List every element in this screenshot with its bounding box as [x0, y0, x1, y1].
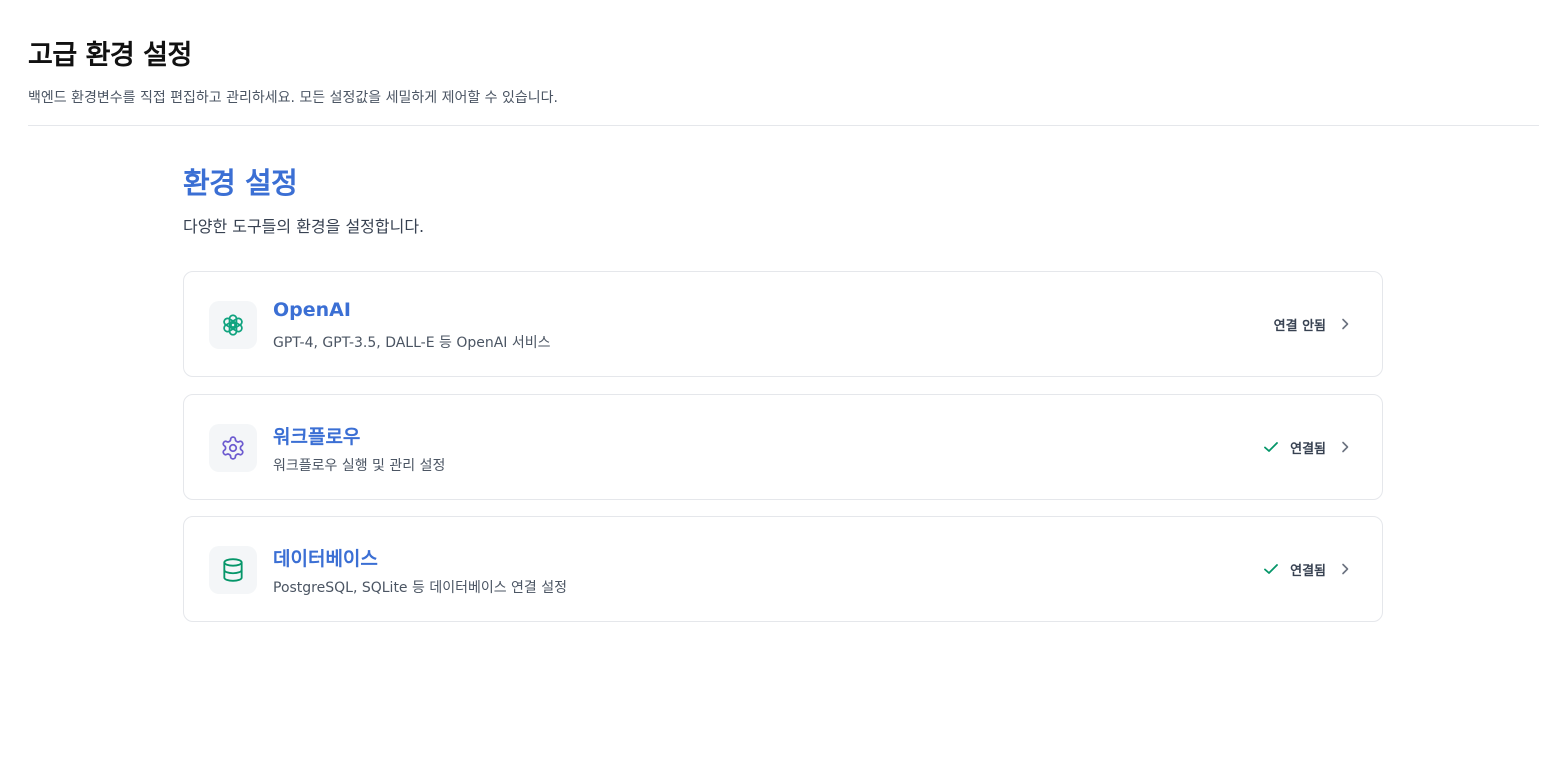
- section-title: 환경 설정: [183, 166, 298, 200]
- settings-card-workflow[interactable]: 워크플로우 워크플로우 실행 및 관리 설정 연결됨: [183, 394, 1383, 500]
- page-description: 백엔드 환경변수를 직접 편집하고 관리하세요. 모든 설정값을 세밀하게 제어…: [28, 90, 558, 106]
- status-label: 연결됨: [1290, 563, 1326, 579]
- card-description: GPT-4, GPT-3.5, DALL-E 등 OpenAI 서비스: [273, 335, 551, 351]
- settings-card-database[interactable]: 데이터베이스 PostgreSQL, SQLite 등 데이터베이스 연결 설정…: [183, 516, 1383, 622]
- chevron-right-icon: [1338, 317, 1352, 331]
- card-title: 데이터베이스: [273, 548, 378, 570]
- card-title: 워크플로우: [273, 426, 361, 448]
- connection-status: 연결됨: [1262, 436, 1352, 458]
- database-icon: [209, 546, 257, 594]
- section-description: 다양한 도구들의 환경을 설정합니다.: [183, 217, 425, 236]
- status-label: 연결됨: [1290, 441, 1326, 457]
- card-description: 워크플로우 실행 및 관리 설정: [273, 458, 446, 474]
- connection-status: 연결됨: [1262, 558, 1352, 580]
- check-icon: [1262, 438, 1280, 456]
- openai-icon: [209, 301, 257, 349]
- page-title: 고급 환경 설정: [28, 40, 192, 71]
- connection-status: 연결 안됨: [1274, 313, 1352, 335]
- settings-card-openai[interactable]: OpenAI GPT-4, GPT-3.5, DALL-E 등 OpenAI 서…: [183, 271, 1383, 377]
- status-label: 연결 안됨: [1273, 318, 1326, 334]
- page-header: 고급 환경 설정 백엔드 환경변수를 직접 편집하고 관리하세요. 모든 설정값…: [28, 0, 1539, 126]
- check-icon: [1262, 560, 1280, 578]
- card-description: PostgreSQL, SQLite 등 데이터베이스 연결 설정: [273, 580, 568, 596]
- gear-icon: [209, 424, 257, 472]
- card-title: OpenAI: [273, 299, 351, 321]
- chevron-right-icon: [1338, 562, 1352, 576]
- chevron-right-icon: [1338, 440, 1352, 454]
